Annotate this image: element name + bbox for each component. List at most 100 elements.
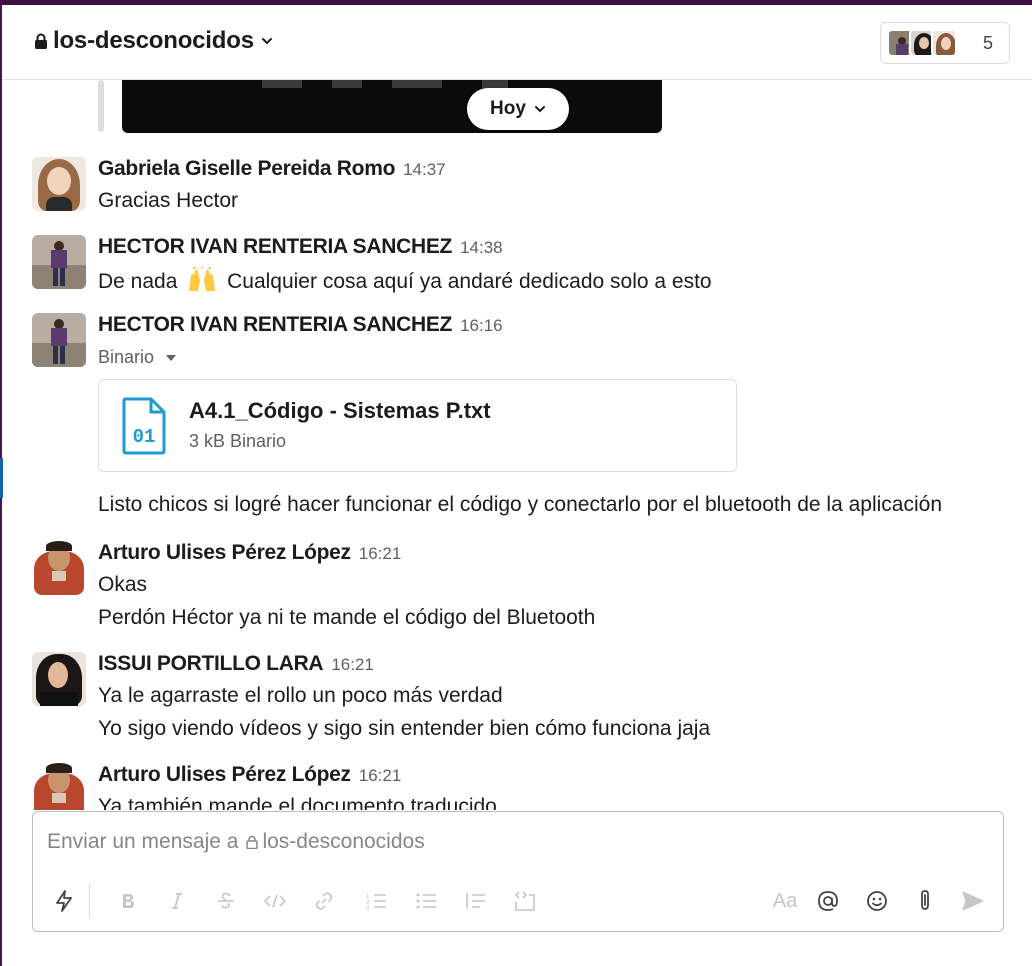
attach-icon (921, 890, 929, 910)
member-avatar (931, 29, 957, 57)
message-text: De nada Cualquier cosa aquí ya andaré de… (98, 266, 712, 294)
timestamp[interactable]: 16:16 (460, 316, 503, 335)
lock-icon (246, 835, 259, 849)
link-icon (315, 892, 333, 910)
channel-name-button[interactable]: los-desconocidos (34, 27, 273, 55)
file-size-type: 3 kB Binario (189, 431, 287, 451)
message-text: Ya también mande el documento traducido (98, 795, 497, 810)
message-header: ISSUI PORTILLO LARA 16:21 (98, 652, 374, 676)
shortcuts-button[interactable] (47, 884, 81, 918)
raising-hands-emoji (189, 266, 216, 291)
message-text: Perdón Héctor ya ni te mande el código d… (98, 606, 596, 629)
bold-button[interactable] (111, 884, 145, 918)
code-block-button[interactable] (508, 884, 542, 918)
toolbar-divider (89, 884, 90, 918)
lock-icon (35, 33, 47, 49)
channel-header: los-desconocidos 5 (2, 5, 1032, 80)
chevron-down-icon (534, 106, 545, 113)
code-button[interactable] (258, 884, 292, 918)
message-text-part: Cualquier cosa aquí ya andaré dedicado s… (227, 270, 712, 293)
sender-name[interactable]: Arturo Ulises Pérez López (98, 541, 351, 564)
file-type-label: Binario (98, 347, 155, 367)
avatar[interactable] (32, 541, 86, 595)
code-block-icon (514, 891, 535, 911)
file-attachment-card[interactable]: 01 A4.1_Código - Sistemas P.txt 3 kB Bin… (98, 379, 737, 472)
avatar[interactable] (32, 313, 86, 367)
image-attachment[interactable] (122, 80, 662, 133)
avatar[interactable] (32, 235, 86, 289)
sender-name[interactable]: HECTOR IVAN RENTERIA SANCHEZ (98, 235, 452, 258)
avatar[interactable] (32, 652, 86, 706)
timestamp[interactable]: 16:21 (359, 766, 402, 785)
send-button[interactable] (956, 884, 990, 918)
file-icon-text: 01 (133, 426, 156, 448)
timestamp[interactable]: 14:38 (460, 238, 503, 257)
caret-down-icon (166, 354, 177, 361)
message-header: HECTOR IVAN RENTERIA SANCHEZ 14:38 (98, 235, 503, 259)
message: Gabriela Giselle Pereida Romo 14:37 Graci… (32, 157, 1032, 217)
bulleted-list-button[interactable] (409, 884, 443, 918)
message-header: HECTOR IVAN RENTERIA SANCHEZ 16:16 (98, 313, 503, 337)
sender-name[interactable]: Arturo Ulises Pérez López (98, 763, 351, 786)
message-composer[interactable]: Enviar un mensaje a los-desconocidos 1 2… (32, 811, 1004, 932)
message-header: Arturo Ulises Pérez López 16:21 (98, 763, 401, 787)
composer-toolbar: 123 Aa (33, 882, 1003, 922)
format-toggle-label: Aa (772, 889, 798, 912)
channel-name: los-desconocidos (53, 27, 254, 54)
member-count: 5 (983, 32, 994, 53)
svg-text:3: 3 (366, 906, 370, 911)
mention-button[interactable] (811, 884, 845, 918)
file-name: A4.1_Código - Sistemas P.txt (189, 398, 491, 423)
attachment-bar (98, 80, 104, 132)
message-feed[interactable]: Hoy Gabriela Giselle Pereida Romo 14:37 G… (2, 80, 1032, 810)
code-icon (263, 894, 287, 908)
composer-placeholder: Enviar un mensaje a (47, 830, 239, 853)
date-divider-label: Hoy (490, 98, 526, 119)
message-header: Gabriela Giselle Pereida Romo 14:37 (98, 157, 446, 181)
composer-input[interactable]: Enviar un mensaje a los-desconocidos (47, 830, 425, 854)
strikethrough-button[interactable] (209, 884, 243, 918)
italic-icon (172, 893, 182, 909)
sender-name[interactable]: ISSUI PORTILLO LARA (98, 652, 324, 675)
ordered-list-button[interactable]: 123 (359, 884, 393, 918)
message-text: Okas (98, 573, 148, 596)
channel-members-button[interactable]: 5 (880, 22, 1010, 64)
blockquote-button[interactable] (458, 884, 492, 918)
message-text-part: De nada (98, 270, 178, 293)
avatar[interactable] (32, 763, 86, 810)
timestamp[interactable]: 16:21 (331, 655, 374, 674)
timestamp[interactable]: 14:37 (403, 160, 446, 179)
message: Arturo Ulises Pérez López 16:21 Okas Perd… (32, 541, 1032, 637)
blockquote-icon (466, 893, 485, 909)
message: HECTOR IVAN RENTERIA SANCHEZ 14:38 De nad… (32, 235, 1032, 295)
sender-name[interactable]: Gabriela Giselle Pereida Romo (98, 157, 395, 180)
sender-name[interactable]: HECTOR IVAN RENTERIA SANCHEZ (98, 313, 452, 336)
date-divider-button[interactable]: Hoy (467, 88, 569, 130)
mention-icon (818, 891, 838, 911)
message: ISSUI PORTILLO LARA 16:21 Ya le agarraste… (32, 652, 1032, 748)
message-text: Listo chicos si logré hacer funcionar el… (98, 493, 942, 516)
file-type-toggle[interactable]: Binario (98, 347, 177, 368)
chevron-down-icon (261, 38, 272, 45)
timestamp[interactable]: 16:21 (359, 544, 402, 563)
avatar[interactable] (32, 157, 86, 211)
emoji-button[interactable] (860, 884, 894, 918)
bulleted-list-icon (416, 893, 436, 909)
strikethrough-icon (218, 892, 234, 909)
attach-button[interactable] (908, 884, 942, 918)
emoji-icon (867, 891, 887, 911)
send-icon (962, 891, 984, 911)
composer-placeholder-channel: los-desconocidos (262, 830, 425, 853)
message: Arturo Ulises Pérez López 16:21 Ya tambié… (32, 763, 1032, 810)
lightning-icon (56, 890, 72, 912)
message-text: Gracias Hector (98, 189, 239, 212)
ordered-list-icon: 123 (366, 894, 386, 911)
message-text: Ya le agarraste el rollo un poco más ver… (98, 684, 503, 707)
link-button[interactable] (307, 884, 341, 918)
message-text: Yo sigo viendo vídeos y sigo sin entende… (98, 717, 711, 740)
message: HECTOR IVAN RENTERIA SANCHEZ 16:16 Binari… (32, 313, 1032, 523)
format-toggle-button[interactable]: Aa (765, 884, 805, 918)
bold-icon (123, 894, 134, 908)
italic-button[interactable] (160, 884, 194, 918)
message-header: Arturo Ulises Pérez López 16:21 (98, 541, 401, 565)
